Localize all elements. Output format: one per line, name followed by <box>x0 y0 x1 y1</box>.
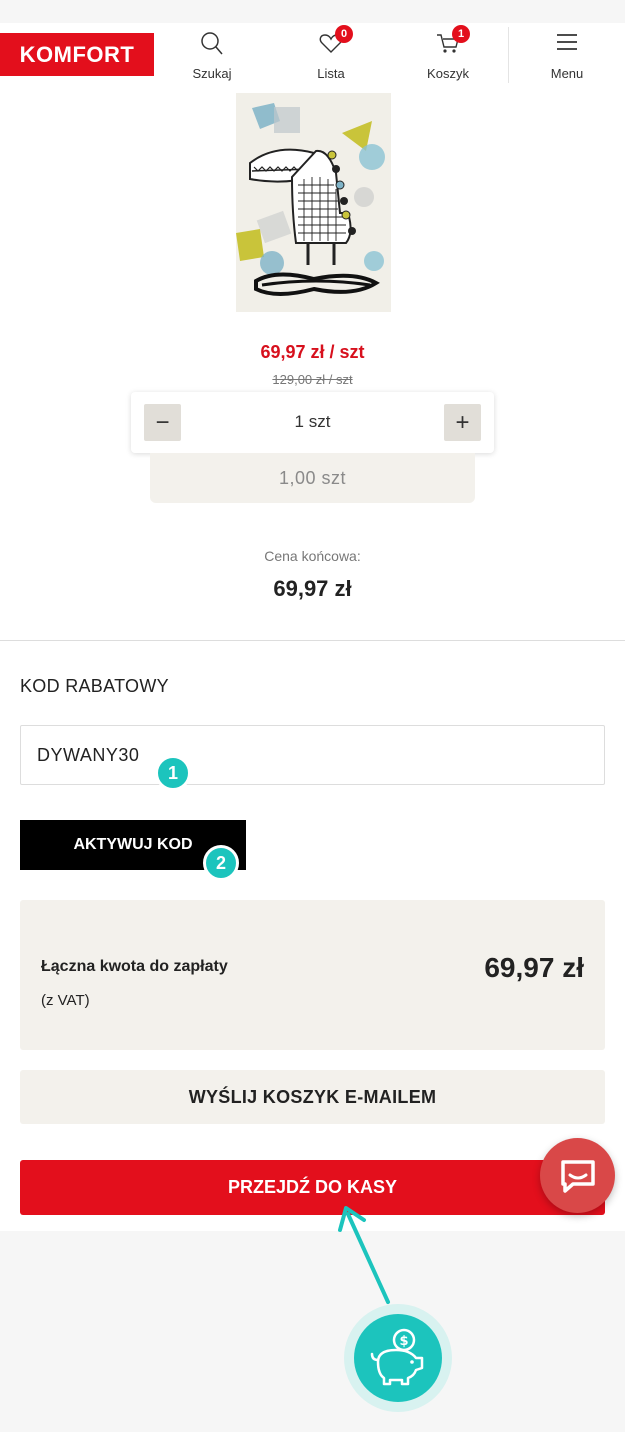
header-divider <box>508 27 509 83</box>
final-price-label: Cena końcowa: <box>264 548 361 564</box>
section-divider <box>0 640 625 641</box>
increase-quantity-button[interactable]: + <box>444 404 481 441</box>
piggy-bank-icon: $ <box>370 1328 424 1386</box>
search-label: Szukaj <box>192 66 232 81</box>
chat-icon <box>560 1159 595 1193</box>
quantity-stepper: − 1 szt + <box>131 392 494 453</box>
rug-illustration <box>236 93 391 312</box>
product-image[interactable] <box>236 93 391 312</box>
menu-button[interactable]: Menu <box>527 29 607 81</box>
cart-count-badge: 1 <box>452 25 470 43</box>
total-value: 69,97 zł <box>484 952 584 983</box>
final-price-value: 69,97 zł <box>273 576 352 601</box>
plus-icon: + <box>455 408 470 436</box>
hamburger-icon <box>557 34 577 50</box>
top-header: KOMFORT Szukaj 0 Lista 1 Koszyk Menu <box>0 23 625 86</box>
piggy-bank-badge: $ <box>344 1304 452 1412</box>
arrow-annotation-icon <box>338 1206 390 1304</box>
menu-label: Menu <box>550 66 584 81</box>
price-current: 69,97 zł / szt <box>260 342 365 362</box>
vat-note: (z VAT) <box>41 992 90 1009</box>
wishlist-count-badge: 0 <box>335 25 353 43</box>
cart-label: Koszyk <box>427 66 469 81</box>
cart-button[interactable]: 1 Koszyk <box>408 25 488 81</box>
quantity-value[interactable]: 1 szt <box>131 412 494 432</box>
email-cart-button[interactable]: WYŚLIJ KOSZYK E-MAILEM <box>20 1070 605 1124</box>
price-original: 129,00 zł / szt <box>272 372 353 387</box>
step-1-marker: 1 <box>155 755 191 791</box>
checkout-button[interactable]: PRZEJDŹ DO KASY <box>20 1160 605 1215</box>
discount-code-input[interactable] <box>20 725 605 785</box>
order-summary: Łączna kwota do zapłaty (z VAT) 69,97 zł <box>20 900 605 1050</box>
quantity-total: 1,00 szt <box>150 453 475 503</box>
svg-text:$: $ <box>399 1334 408 1349</box>
search-icon <box>201 32 223 55</box>
search-button[interactable]: Szukaj <box>172 29 252 81</box>
wishlist-label: Lista <box>317 66 345 81</box>
total-label: Łączna kwota do zapłaty <box>41 958 228 975</box>
discount-title: KOD RABATOWY <box>20 676 169 696</box>
komfort-logo[interactable]: KOMFORT <box>0 33 154 76</box>
chat-button[interactable] <box>540 1138 615 1213</box>
step-2-marker: 2 <box>203 845 239 881</box>
wishlist-button[interactable]: 0 Lista <box>291 25 371 81</box>
